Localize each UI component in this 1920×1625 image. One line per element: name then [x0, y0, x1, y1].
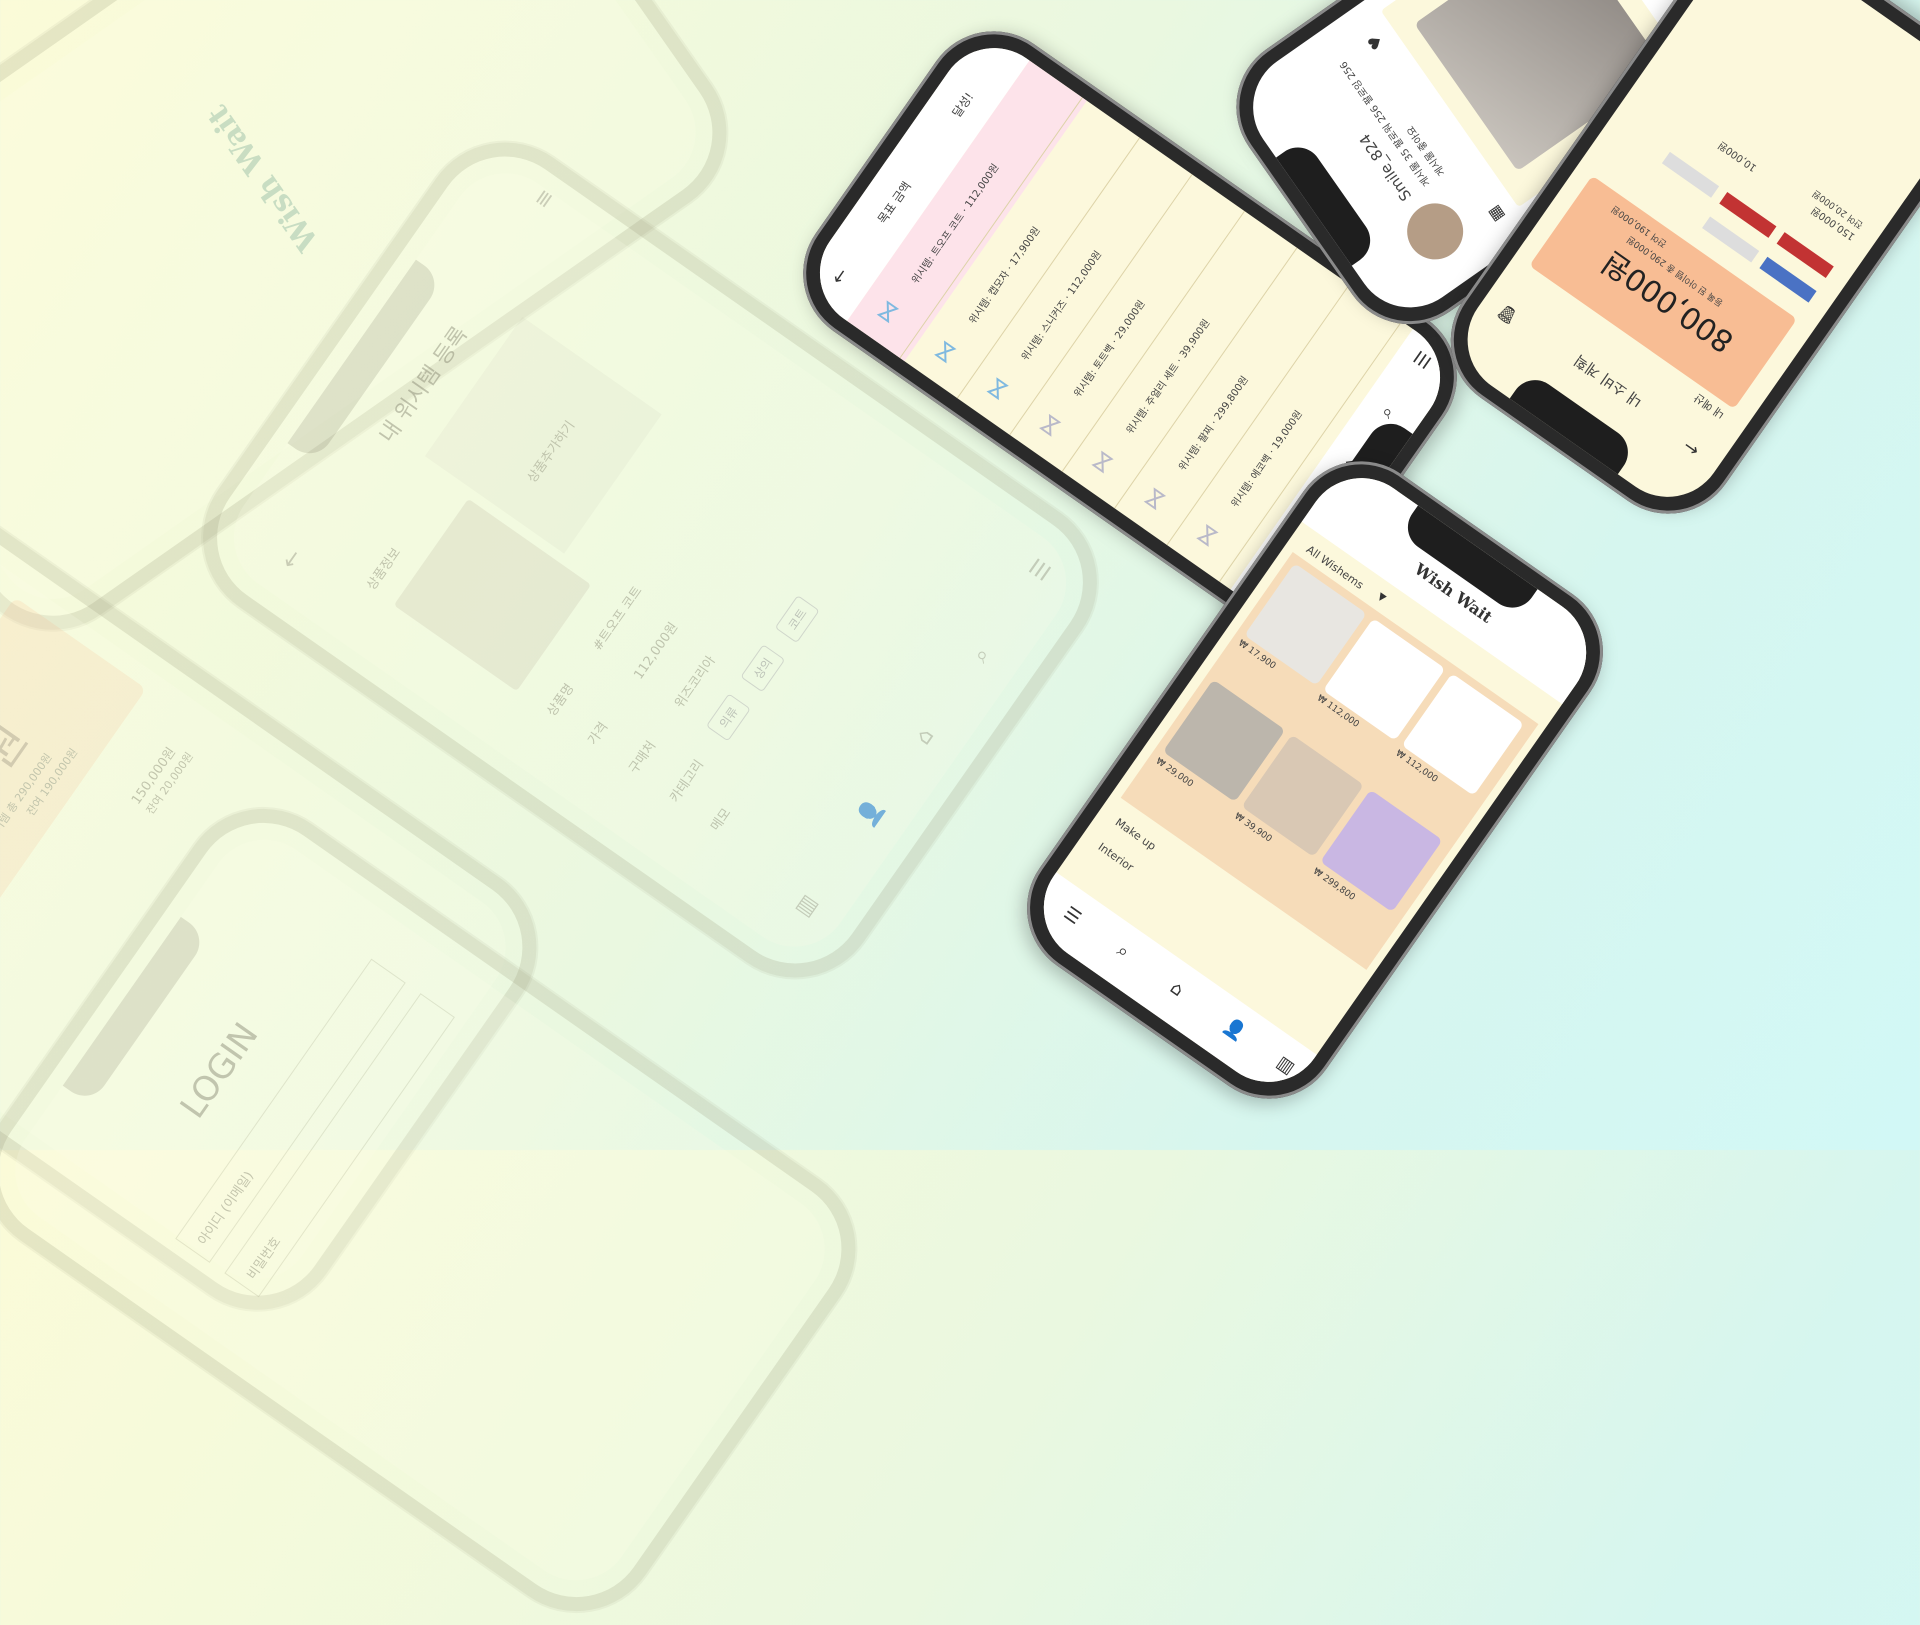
search-icon[interactable]: ⌕ — [968, 643, 996, 667]
avatar[interactable] — [1396, 192, 1475, 271]
search-icon[interactable]: ⌕ — [1376, 402, 1399, 422]
plan-bar2-amount-main: 10,000원 — [1716, 138, 1760, 174]
add-product-label: 상품추가하기 — [524, 418, 579, 486]
grid-icon[interactable]: ▦ — [1483, 202, 1507, 225]
section-interior[interactable]: Interior — [1096, 840, 1136, 874]
plan-bar — [1661, 151, 1720, 198]
home-bottom-nav: ☰ ⌕ ⌂ 👤 ▥ — [1021, 872, 1317, 1104]
name-value: #트오프 코트 — [590, 583, 646, 654]
home-icon[interactable]: ⌂ — [1166, 977, 1187, 1001]
category-label: 카테고리 — [667, 757, 708, 806]
id-placeholder: 아이디 (이메일) — [195, 1169, 258, 1249]
list-icon[interactable]: ☰ — [1025, 555, 1057, 586]
bow-icon: ⋈ — [1191, 519, 1225, 552]
plan-title-main: 내 소비 계획 — [1570, 350, 1646, 411]
list-icon[interactable]: ☰ — [1410, 348, 1436, 373]
plan-budget-card: 800,000원 등록 된 아이템 총 290,000원 잔여 190,000원 — [0, 597, 147, 1017]
chevron-down-icon[interactable]: ▼ — [1375, 591, 1388, 604]
back-arrow-icon[interactable]: ← — [1679, 435, 1703, 461]
home-icon[interactable]: ⌂ — [911, 724, 939, 750]
price-label: 가격 — [585, 719, 612, 749]
category-chip[interactable]: 상의 — [740, 644, 786, 693]
back-arrow-icon[interactable]: ← — [277, 545, 308, 574]
wishlist-goal-label: 목표 금액 — [874, 179, 914, 227]
splash-logo: Wish Wait — [200, 98, 327, 258]
user-icon[interactable]: 👤 — [853, 795, 889, 832]
menu-icon[interactable]: ≡ — [529, 184, 560, 213]
list-icon[interactable]: ☰ — [1060, 903, 1085, 929]
price-value: 112,000원 — [631, 620, 682, 683]
heart-icon[interactable]: ♥ — [1363, 31, 1387, 54]
category-chip[interactable]: 코트 — [774, 594, 820, 644]
section-makeup[interactable]: Make up — [1113, 816, 1158, 853]
shop-value: 위즈코리아 — [672, 653, 719, 712]
bow-icon: ⋈ — [981, 372, 1015, 406]
home-phone: Wish Wait All Wishems ▼ ₩ 17,900 ₩ 112,0… — [999, 433, 1631, 1127]
wishlist-achieved-label: 달성! — [949, 89, 977, 121]
trash-icon[interactable]: 🗑 — [1493, 301, 1521, 328]
pw-placeholder: 비밀번호 — [244, 1234, 285, 1283]
bow-icon: ⋈ — [871, 295, 905, 329]
bow-icon: ⋈ — [1138, 482, 1172, 516]
shop-label: 구매처 — [626, 738, 660, 777]
chart-icon[interactable]: ▥ — [1273, 1052, 1299, 1079]
bow-icon: ⋈ — [1086, 446, 1120, 479]
home-screen: Wish Wait All Wishems ▼ ₩ 17,900 ₩ 112,0… — [1021, 456, 1609, 1104]
chart-icon[interactable]: ▥ — [790, 890, 822, 921]
name-label: 상품명 — [544, 681, 578, 720]
bow-icon: ⋈ — [1033, 409, 1067, 442]
user-icon[interactable]: 👤 — [1219, 1014, 1249, 1044]
product-info-label: 상품정보 — [364, 545, 404, 594]
memo-label: 메모 — [708, 805, 735, 835]
search-icon[interactable]: ⌕ — [1113, 940, 1133, 963]
category-chip[interactable]: 의류 — [705, 693, 751, 742]
bow-icon: ⋈ — [929, 335, 963, 369]
back-arrow-icon[interactable]: ← — [827, 264, 853, 288]
login-title: LOGIN — [172, 1015, 267, 1126]
